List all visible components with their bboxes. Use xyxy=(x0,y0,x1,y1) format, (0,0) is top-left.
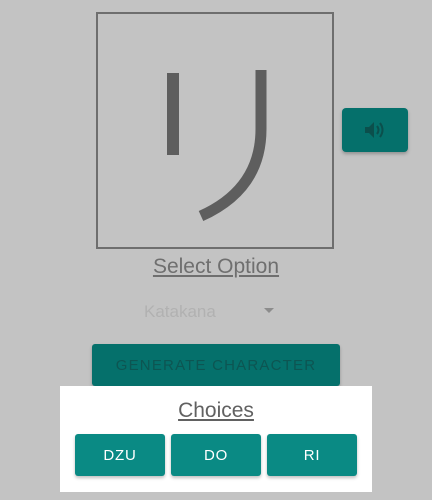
script-dropdown[interactable]: Katakana xyxy=(140,298,282,326)
select-option-title: Select Option xyxy=(152,255,280,278)
choice-button-do[interactable]: DO xyxy=(171,434,261,476)
dropdown-arrow-icon xyxy=(264,308,274,313)
generate-character-button[interactable]: GENERATE CHARACTER xyxy=(92,344,340,386)
script-dropdown-value: Katakana xyxy=(144,302,216,321)
character-display xyxy=(96,12,334,249)
choices-dialog: Choices DZU DO RI xyxy=(60,386,372,492)
speaker-icon xyxy=(365,122,384,138)
choice-button-dzu[interactable]: DZU xyxy=(75,434,165,476)
katakana-ri-glyph xyxy=(167,70,267,222)
play-sound-button[interactable] xyxy=(342,108,408,152)
choice-button-ri[interactable]: RI xyxy=(267,434,357,476)
choices-title: Choices xyxy=(178,399,254,422)
